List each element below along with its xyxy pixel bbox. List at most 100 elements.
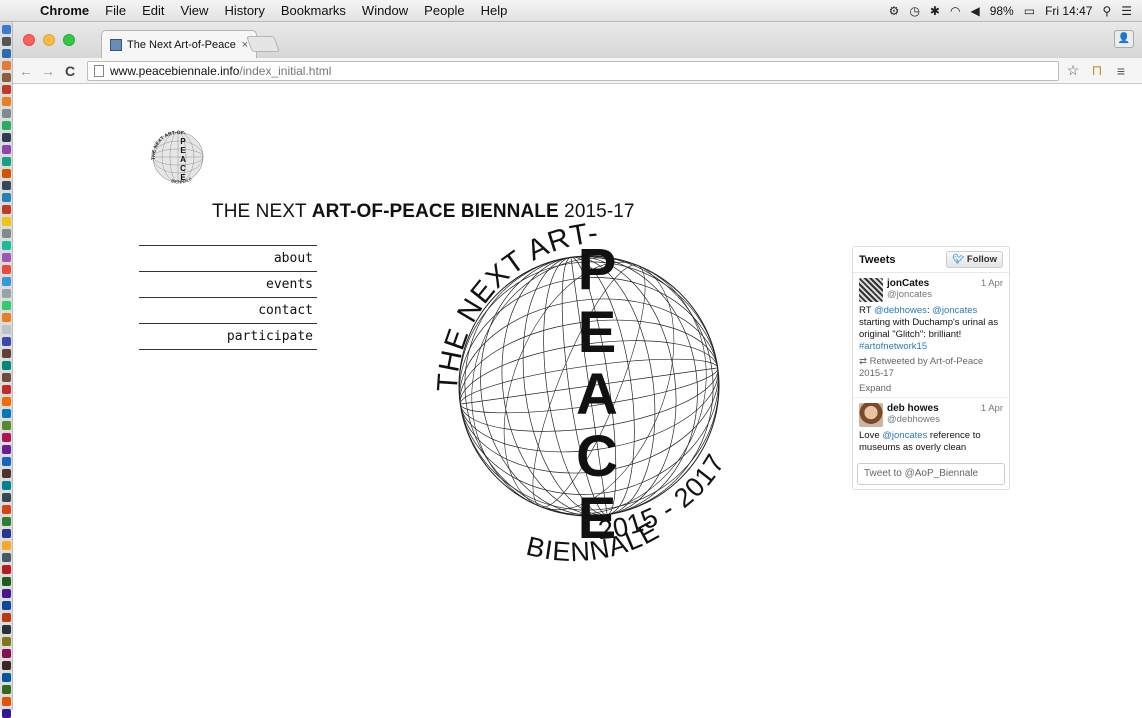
chrome-menu-icon[interactable]: ≡ [1111,63,1131,79]
browser-tab[interactable]: The Next Art-of-Peace Bie × [101,30,257,58]
dock-app-icon[interactable] [2,589,11,598]
dock-app-icon[interactable] [2,133,11,142]
dock-app-icon[interactable] [2,697,11,706]
volume-icon[interactable]: ◀ [970,4,979,18]
tweet-author-handle[interactable]: @debhowes [887,414,940,425]
dock-app-icon[interactable] [2,517,11,526]
profile-icon[interactable]: 👤 [1114,30,1134,48]
dock-app-icon[interactable] [2,505,11,514]
dock-app-icon[interactable] [2,625,11,634]
battery-icon[interactable]: ▭ [1024,4,1035,18]
dock-app-icon[interactable] [2,565,11,574]
extension-icon[interactable]: ⊓ [1087,62,1107,79]
tweet-date[interactable]: 1 Apr [981,278,1003,289]
tweet-author-name[interactable]: deb howes [887,403,940,414]
tweet-mention[interactable]: @joncates [882,430,927,441]
minimize-window-button[interactable] [43,34,55,46]
tweet-date[interactable]: 1 Apr [981,403,1003,414]
battery-percent[interactable]: 98% [990,4,1014,18]
menu-file[interactable]: File [97,3,134,18]
dock-app-icon[interactable] [2,37,11,46]
dock-app-icon[interactable] [2,349,11,358]
tweet-mention[interactable]: @debhowes [874,305,927,316]
dock-app-icon[interactable] [2,181,11,190]
tweet-hashtag[interactable]: #artofnetwork15 [859,341,927,352]
dock-app-icon[interactable] [2,193,11,202]
menu-people[interactable]: People [416,3,472,18]
nav-about[interactable]: about [139,246,317,272]
tweet-author-name[interactable]: jonCates [887,278,932,289]
dock-app-icon[interactable] [2,469,11,478]
dock-app-icon[interactable] [2,73,11,82]
dock-app-icon[interactable] [2,373,11,382]
dock-app-icon[interactable] [2,613,11,622]
avatar[interactable] [859,403,883,427]
back-icon[interactable]: ← [17,63,35,79]
dock-app-icon[interactable] [2,685,11,694]
menu-history[interactable]: History [216,3,272,18]
dock-app-icon[interactable] [2,601,11,610]
dock-app-icon[interactable] [2,121,11,130]
dock-app-icon[interactable] [2,661,11,670]
notification-center-icon[interactable]: ☰ [1121,4,1132,18]
dock-app-icon[interactable] [2,145,11,154]
dock-app-icon[interactable] [2,49,11,58]
reload-icon[interactable]: C [61,63,79,79]
zoom-window-button[interactable] [63,34,75,46]
dock-app-icon[interactable] [2,157,11,166]
dock-app-icon[interactable] [2,649,11,658]
dock-app-icon[interactable] [2,409,11,418]
nav-events[interactable]: events [139,272,317,298]
dock-app-icon[interactable] [2,361,11,370]
dock-app-icon[interactable] [2,709,11,718]
tweet-compose-input[interactable]: Tweet to @AoP_Biennale [857,463,1005,485]
extension-icon[interactable]: ⚙ [889,4,900,18]
dock-app-icon[interactable] [2,301,11,310]
dock-app-icon[interactable] [2,337,11,346]
menu-bookmarks[interactable]: Bookmarks [273,3,354,18]
dock-app-icon[interactable] [2,673,11,682]
dock-app-icon[interactable] [2,433,11,442]
spotlight-icon[interactable]: ⚲ [1102,4,1111,18]
dock-app-icon[interactable] [2,253,11,262]
dock-app-icon[interactable] [2,109,11,118]
dock-app-icon[interactable] [2,229,11,238]
dock-app-icon[interactable] [2,169,11,178]
forward-icon[interactable]: → [39,63,57,79]
dock-app-icon[interactable] [2,397,11,406]
new-tab-button[interactable] [246,36,280,52]
menu-view[interactable]: View [172,3,216,18]
dock-app-icon[interactable] [2,61,11,70]
dock-app-icon[interactable] [2,481,11,490]
menu-app-name[interactable]: Chrome [32,3,97,18]
dock-app-icon[interactable] [2,325,11,334]
dock-app-icon[interactable] [2,529,11,538]
time-machine-icon[interactable]: ◷ [909,4,919,18]
dock-app-icon[interactable] [2,493,11,502]
dock-app-icon[interactable] [2,313,11,322]
bluetooth-icon[interactable]: ✱ [930,4,940,18]
follow-button[interactable]: 🐦︎ Follow [946,251,1003,268]
dock-app-icon[interactable] [2,241,11,250]
menu-edit[interactable]: Edit [134,3,172,18]
menu-window[interactable]: Window [354,3,416,18]
nav-contact[interactable]: contact [139,298,317,324]
close-window-button[interactable] [23,34,35,46]
dock-app-icon[interactable] [2,457,11,466]
tweet[interactable]: deb howes @debhowes 1 Apr Love @joncates… [853,398,1009,457]
dock-app-icon[interactable] [2,97,11,106]
avatar[interactable] [859,278,883,302]
dock-app-icon[interactable] [2,205,11,214]
dock-app-icon[interactable] [2,577,11,586]
dock-app-icon[interactable] [2,385,11,394]
wifi-icon[interactable]: ◠ [950,4,960,18]
menu-help[interactable]: Help [473,3,516,18]
address-bar[interactable]: www.peacebiennale.info/index_initial.htm… [87,60,1059,81]
dock-app-icon[interactable] [2,553,11,562]
dock-app-icon[interactable] [2,637,11,646]
dock-app-icon[interactable] [2,277,11,286]
dock-app-icon[interactable] [2,445,11,454]
dock-app-icon[interactable] [2,85,11,94]
tweet[interactable]: jonCates @joncates 1 Apr RT @debhowes: @… [853,273,1009,398]
dock-app-icon[interactable] [2,217,11,226]
